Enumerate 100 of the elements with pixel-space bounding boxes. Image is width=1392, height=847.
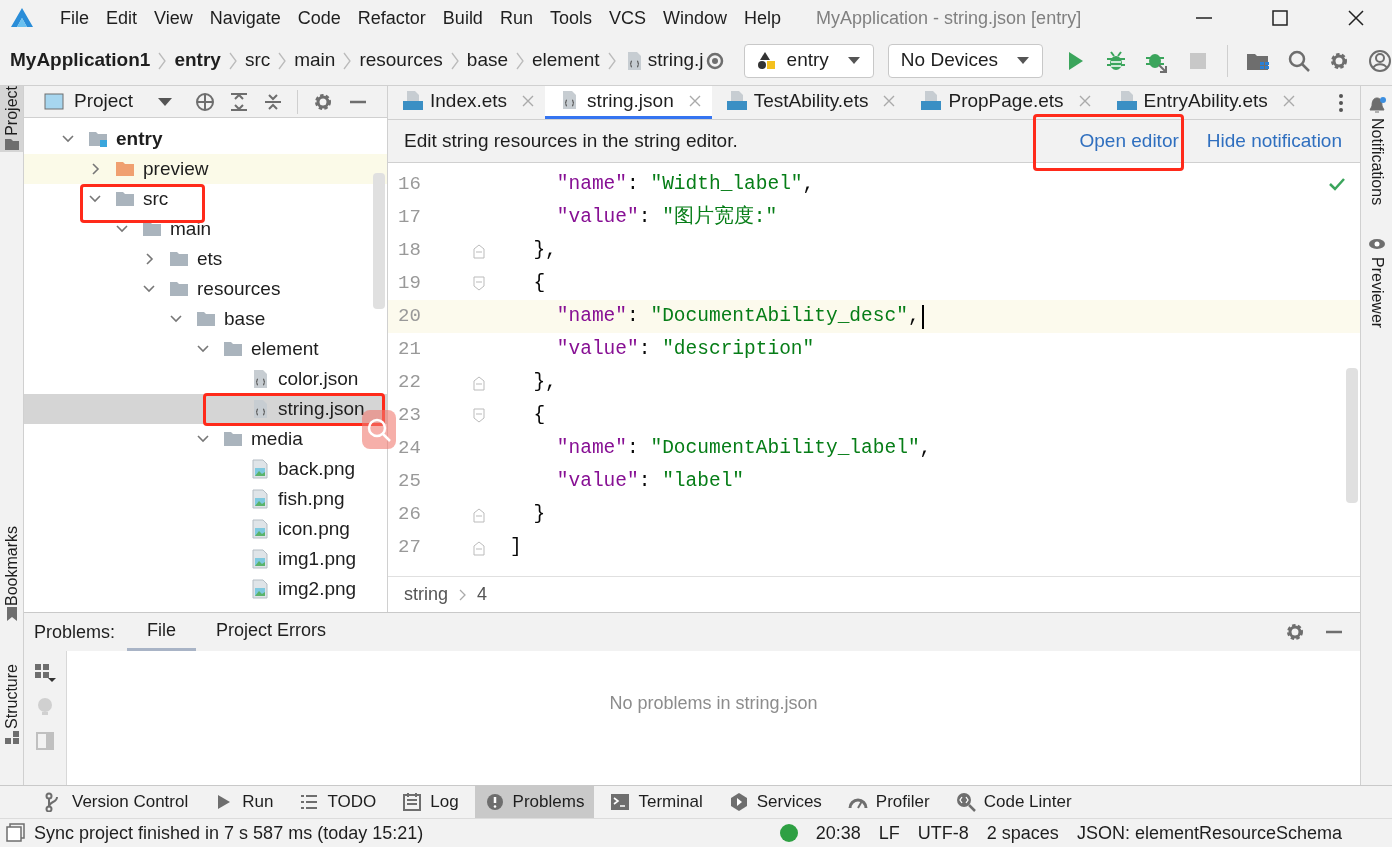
- code-line: "value": "label": [555, 468, 745, 494]
- tool-stripe-tab[interactable]: Previewer: [1364, 235, 1389, 329]
- menu-item[interactable]: VCS: [606, 4, 648, 32]
- tree-item[interactable]: color.json: [24, 364, 387, 394]
- empty-state-message: No problems in string.json: [609, 691, 818, 715]
- tree-item[interactable]: ets: [24, 244, 387, 274]
- menu-item[interactable]: Code: [295, 4, 343, 32]
- menu-item[interactable]: File: [58, 4, 91, 32]
- tool-window-button[interactable]: Services: [718, 786, 832, 818]
- tool-window-button[interactable]: Log: [392, 786, 469, 818]
- fold-start-icon[interactable]: [472, 275, 486, 292]
- scrollbar-thumb[interactable]: [1346, 368, 1358, 503]
- breadcrumb-item[interactable]: src: [244, 46, 271, 75]
- close-icon[interactable]: [1346, 8, 1366, 28]
- tool-window-button[interactable]: Run: [204, 786, 284, 818]
- module-shapes-icon: [756, 50, 777, 71]
- tool-stripe-tab[interactable]: Structure: [0, 664, 23, 745]
- editor-tab[interactable]: PropPage.ets: [906, 86, 1102, 119]
- settings-icon[interactable]: [1284, 621, 1306, 643]
- tree-item[interactable]: resources: [24, 274, 387, 304]
- breadcrumb-item[interactable]: resources: [359, 46, 443, 75]
- tree-item[interactable]: icon.png: [24, 514, 387, 544]
- tree-item[interactable]: fish.png: [24, 484, 387, 514]
- dropdown-caret-icon: [1016, 56, 1030, 65]
- notification-link[interactable]: Open editor: [1079, 126, 1179, 156]
- notification-link[interactable]: Hide notification: [1206, 126, 1342, 156]
- tool-window-button[interactable]: TODO: [289, 786, 387, 818]
- menu-item[interactable]: Edit: [104, 4, 140, 32]
- tree-item[interactable]: element: [24, 334, 387, 364]
- search-icon[interactable]: [1288, 49, 1310, 72]
- tree-item[interactable]: entry: [24, 124, 387, 154]
- device-dropdown[interactable]: No Devices: [887, 43, 1043, 78]
- tree-item[interactable]: base: [24, 304, 387, 334]
- tree-item[interactable]: img1.png: [24, 544, 387, 574]
- breadcrumb-item[interactable]: element: [532, 46, 600, 75]
- tool-stripe-tab[interactable]: Notifications: [1364, 86, 1389, 206]
- code-line: "name": "Width_label",: [555, 171, 815, 197]
- tool-window-button[interactable]: Problems: [474, 786, 595, 818]
- breadcrumb-item[interactable]: MyApplication1: [10, 46, 151, 75]
- tree-item[interactable]: img2.png: [24, 574, 387, 604]
- editor-tab[interactable]: string.json: [545, 86, 712, 119]
- menu-item[interactable]: Help: [742, 4, 784, 32]
- breadcrumb-item[interactable]: string.j: [647, 46, 704, 75]
- structure-icon: [3, 728, 20, 745]
- tree-item[interactable]: preview: [24, 154, 387, 184]
- folder-icon: [115, 159, 135, 179]
- folder-icon: [169, 279, 189, 299]
- menu-item[interactable]: Window: [660, 4, 729, 32]
- tree-item[interactable]: string.json: [24, 394, 387, 424]
- account-icon[interactable]: [1368, 48, 1392, 73]
- menu-item[interactable]: Refactor: [355, 4, 428, 32]
- editor-tab[interactable]: TestAbility.ets: [711, 86, 907, 119]
- tree-item[interactable]: media: [24, 424, 387, 454]
- expand-all-icon[interactable]: [229, 91, 250, 112]
- status-item[interactable]: 20:38: [815, 819, 861, 847]
- tree-item[interactable]: back.png: [24, 454, 387, 484]
- search-float-button[interactable]: [362, 410, 396, 449]
- tree-item[interactable]: src: [24, 184, 387, 214]
- breadcrumb-item[interactable]: 4: [477, 581, 488, 608]
- code-line: ]: [510, 534, 522, 560]
- tree-item[interactable]: main: [24, 214, 387, 244]
- image-file-icon: [250, 579, 270, 599]
- tool-window-button[interactable]: Version Control: [34, 786, 199, 818]
- menu-item[interactable]: Build: [440, 4, 485, 32]
- maximize-icon[interactable]: [1270, 8, 1290, 28]
- breadcrumb-item[interactable]: string: [404, 581, 448, 608]
- tool-window-button[interactable]: Code Linter: [945, 786, 1082, 818]
- menu-item[interactable]: Tools: [547, 4, 594, 32]
- configuration-dropdown[interactable]: entry: [743, 43, 874, 78]
- panels-icon[interactable]: [6, 823, 26, 843]
- tool-window-button[interactable]: Profiler: [837, 786, 940, 818]
- locate-icon[interactable]: [195, 91, 216, 112]
- debug-bug-icon[interactable]: [1105, 49, 1127, 72]
- breadcrumb-item[interactable]: entry: [174, 46, 221, 75]
- line-number: 23: [397, 403, 422, 429]
- scrollbar-thumb[interactable]: [373, 173, 385, 309]
- editor-tab[interactable]: Index.ets: [388, 86, 546, 119]
- status-item[interactable]: UTF-8: [917, 819, 969, 847]
- folder-icon: [115, 189, 135, 209]
- panel-tab[interactable]: Project Errors: [196, 613, 347, 651]
- tool-window-button[interactable]: Terminal: [600, 786, 713, 818]
- menu-item[interactable]: View: [152, 4, 195, 32]
- tool-stripe-tab[interactable]: Bookmarks: [0, 526, 23, 623]
- menu-item[interactable]: Run: [497, 4, 535, 32]
- status-item[interactable]: 2 spaces: [986, 819, 1059, 847]
- code-line: }: [532, 501, 546, 527]
- status-item[interactable]: LF: [878, 819, 900, 847]
- line-number: 17: [397, 205, 422, 231]
- collapse-all-icon[interactable]: [263, 91, 284, 112]
- fold-start-icon[interactable]: [472, 407, 486, 424]
- group-by-icon[interactable]: [34, 663, 56, 683]
- breadcrumb-item[interactable]: main: [294, 46, 336, 75]
- menu-item[interactable]: Navigate: [207, 4, 283, 32]
- tool-stripe-tab[interactable]: Project: [0, 86, 23, 152]
- line-number: 27: [397, 535, 422, 561]
- breadcrumb-item[interactable]: base: [466, 46, 508, 75]
- status-message: Sync project finished in 7 s 587 ms (today 15:21): [34, 821, 424, 845]
- status-item[interactable]: JSON: elementResourceSchema: [1076, 819, 1342, 847]
- close-tab-icon[interactable]: [687, 94, 702, 108]
- editor-tab[interactable]: EntryAbility.ets: [1101, 86, 1306, 119]
